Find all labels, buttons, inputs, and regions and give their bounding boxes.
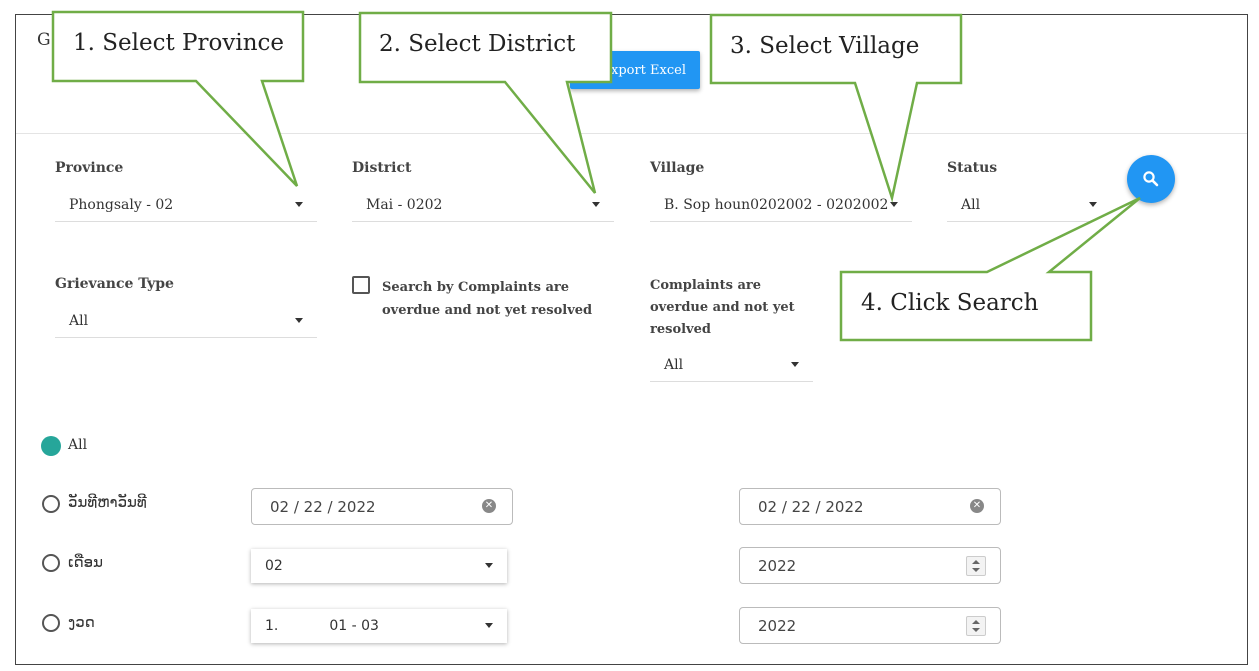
radio-quarter[interactable] <box>42 614 60 632</box>
content-panel <box>15 14 1248 665</box>
overdue-select-value: All <box>664 356 684 373</box>
callout-search-text: 4. Click Search <box>861 290 1039 316</box>
village-label: Village <box>650 160 705 176</box>
clear-icon[interactable]: ✕ <box>482 499 496 513</box>
header-divider <box>16 133 1247 134</box>
radio-month-label: ເດືອນ <box>68 553 104 571</box>
quarter-select[interactable]: 1. 01 - 03 <box>251 609 507 643</box>
number-spinner-icon[interactable] <box>966 616 986 636</box>
caret-down-icon <box>1089 202 1097 207</box>
callout-province-text: 1. Select Province <box>73 30 284 56</box>
month-value: 02 <box>265 558 283 574</box>
caret-down-icon <box>890 202 898 207</box>
grievance-type-label: Grievance Type <box>55 276 174 292</box>
search-button[interactable] <box>1127 155 1175 203</box>
radio-month[interactable] <box>42 554 60 572</box>
overdue-checkbox-label: Search by Complaints are overdue and not… <box>382 280 593 318</box>
overdue-select-label: Complaints are overdue and not yet resol… <box>650 278 795 337</box>
status-select[interactable]: All <box>947 188 1111 222</box>
caret-down-icon <box>295 318 303 323</box>
status-label: Status <box>947 160 998 176</box>
district-label: District <box>352 160 412 176</box>
callout-district-text: 2. Select District <box>379 31 576 57</box>
province-value: Phongsaly - 02 <box>69 196 174 213</box>
caret-down-icon <box>295 202 303 207</box>
month-year-input[interactable]: 2022 <box>739 547 1001 584</box>
overdue-checkbox[interactable] <box>352 276 370 294</box>
district-value: Mai - 0202 <box>366 196 443 213</box>
quarter-number: 1. <box>265 618 279 634</box>
village-select[interactable]: B. Sop houn0202002 - 0202002 <box>650 188 912 222</box>
caret-down-icon <box>485 623 493 628</box>
grievance-type-select[interactable]: All <box>55 304 317 338</box>
month-select[interactable]: 02 <box>251 549 507 583</box>
radio-all[interactable] <box>41 436 61 456</box>
caret-down-icon <box>592 202 600 207</box>
callout-village-text: 3. Select Village <box>730 33 920 59</box>
radio-date-range-label: ວັນທີຫາວັນທີ <box>68 493 147 511</box>
village-value: B. Sop houn0202002 - 0202002 <box>664 196 889 213</box>
radio-quarter-label: ງວດ <box>68 613 95 631</box>
overdue-select[interactable]: All <box>650 348 813 382</box>
caret-down-icon <box>485 563 493 568</box>
clear-icon[interactable]: ✕ <box>970 499 984 513</box>
grievance-type-value: All <box>69 312 89 329</box>
search-icon <box>1143 171 1159 187</box>
date-to-input[interactable]: 02 / 22 / 2022 ✕ <box>739 488 1001 525</box>
export-excel-button[interactable]: Export Excel <box>570 51 700 89</box>
quarter-year-input[interactable]: 2022 <box>739 607 1001 644</box>
province-select[interactable]: Phongsaly - 02 <box>55 188 317 222</box>
district-select[interactable]: Mai - 0202 <box>352 188 614 222</box>
page-title: G <box>37 30 51 50</box>
quarter-year-value: 2022 <box>758 616 797 635</box>
date-from-input[interactable]: 02 / 22 / 2022 ✕ <box>251 488 513 525</box>
radio-all-label: All <box>68 437 88 453</box>
province-label: Province <box>55 160 124 176</box>
month-year-value: 2022 <box>758 556 797 575</box>
status-value: All <box>961 196 981 213</box>
caret-down-icon <box>791 362 799 367</box>
date-to-value: 02 / 22 / 2022 <box>758 497 864 516</box>
number-spinner-icon[interactable] <box>966 556 986 576</box>
quarter-range: 01 - 03 <box>329 618 379 634</box>
date-from-value: 02 / 22 / 2022 <box>270 497 376 516</box>
radio-date-range[interactable] <box>42 495 60 513</box>
